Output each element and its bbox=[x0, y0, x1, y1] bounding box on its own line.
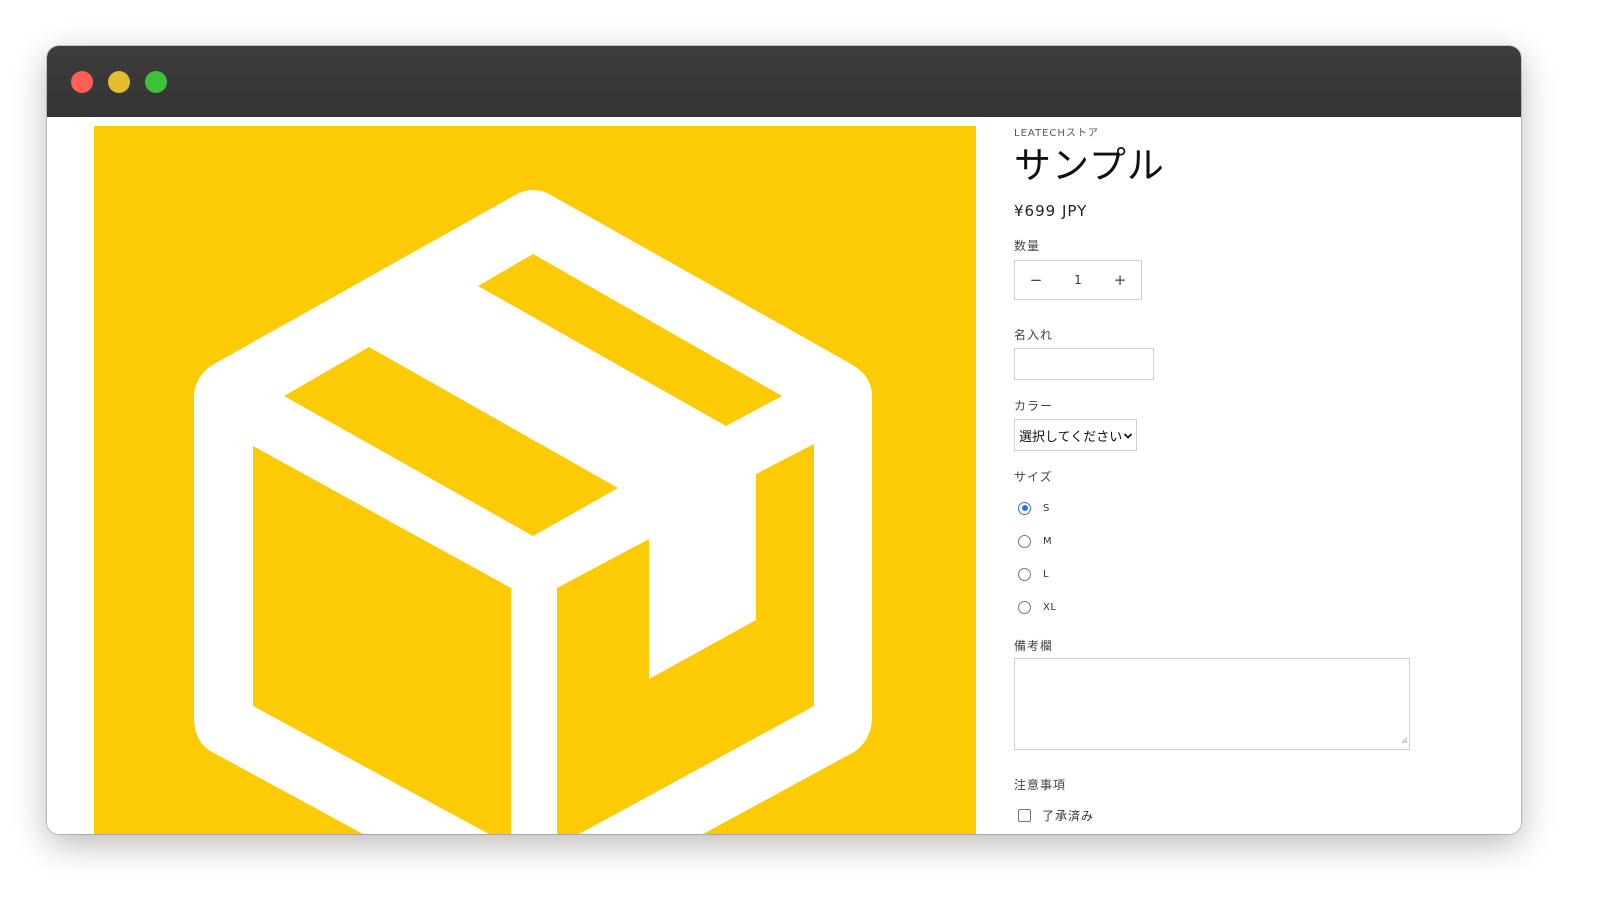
size-option-xl[interactable]: XL bbox=[1018, 599, 1056, 615]
quantity-decrease-button[interactable]: − bbox=[1015, 261, 1057, 299]
color-select[interactable]: 選択してください bbox=[1014, 419, 1137, 451]
size-label: サイズ bbox=[1014, 470, 1053, 484]
color-select-value: 選択してください bbox=[1019, 429, 1123, 445]
size-option-label: XL bbox=[1043, 601, 1057, 613]
size-radio-s[interactable] bbox=[1018, 501, 1031, 515]
minimize-window-button[interactable] bbox=[108, 71, 130, 93]
chevron-down-icon bbox=[1123, 430, 1133, 445]
product-image bbox=[94, 126, 976, 834]
product-price: ¥699 JPY bbox=[1014, 202, 1088, 220]
resize-grip-icon[interactable] bbox=[1401, 729, 1408, 748]
size-option-s[interactable]: S bbox=[1018, 500, 1050, 516]
size-option-label: S bbox=[1043, 502, 1050, 514]
quantity-input[interactable]: 1 bbox=[1057, 273, 1099, 287]
name-engraving-label: 名入れ bbox=[1014, 328, 1054, 342]
package-box-icon bbox=[194, 190, 872, 834]
terms-label: 注意事項 bbox=[1014, 778, 1067, 792]
terms-agreement[interactable]: 了承済み bbox=[1018, 807, 1094, 824]
name-engraving-input[interactable] bbox=[1014, 348, 1154, 380]
size-option-label: M bbox=[1043, 535, 1053, 547]
quantity-increase-button[interactable]: + bbox=[1099, 261, 1141, 299]
title-bar bbox=[47, 46, 1521, 117]
page-content: LEATECHストア サンプル ¥699 JPY 数量 − 1 + 名入れ カラ… bbox=[47, 117, 1521, 834]
notes-label: 備考欄 bbox=[1014, 639, 1054, 653]
quantity-stepper: − 1 + bbox=[1014, 260, 1142, 300]
terms-checkbox-label: 了承済み bbox=[1042, 809, 1095, 823]
product-title: サンプル bbox=[1014, 144, 1165, 187]
terms-checkbox[interactable] bbox=[1018, 809, 1031, 822]
color-label: カラー bbox=[1014, 399, 1054, 413]
notes-textarea[interactable] bbox=[1014, 658, 1410, 750]
size-option-label: L bbox=[1043, 568, 1050, 580]
close-window-button[interactable] bbox=[71, 71, 93, 93]
size-option-m[interactable]: M bbox=[1018, 533, 1052, 549]
browser-window: LEATECHストア サンプル ¥699 JPY 数量 − 1 + 名入れ カラ… bbox=[47, 46, 1521, 834]
size-option-l[interactable]: L bbox=[1018, 566, 1049, 582]
size-radio-l[interactable] bbox=[1018, 567, 1031, 581]
quantity-label: 数量 bbox=[1014, 239, 1041, 253]
maximize-window-button[interactable] bbox=[145, 71, 167, 93]
size-radio-xl[interactable] bbox=[1018, 600, 1031, 614]
size-radio-m[interactable] bbox=[1018, 534, 1031, 548]
